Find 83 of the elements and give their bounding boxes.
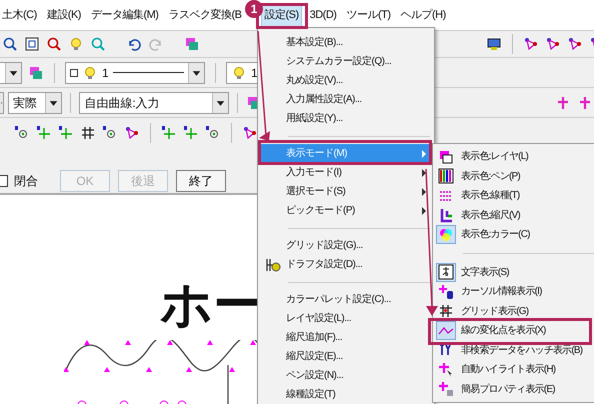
menu-entry[interactable]: ペン設定(N)... <box>260 366 432 385</box>
menu-entry[interactable]: 表示色:カラー(C) <box>433 225 594 244</box>
cursor-info-icon <box>438 284 454 300</box>
bulb-icon[interactable] <box>82 64 98 80</box>
menu-entry[interactable]: レイヤ設定(L)... <box>260 309 432 328</box>
menu-entry[interactable]: カラーパレット設定(C)... <box>260 290 432 309</box>
menu-entry[interactable]: 縮尺追加(F)... <box>260 328 432 347</box>
frame-icon[interactable] <box>24 36 40 52</box>
character-icon <box>438 264 454 280</box>
magnifier-icon[interactable] <box>46 36 62 52</box>
submenu-arrow-icon <box>420 188 428 196</box>
command-combo[interactable]: 自由曲線:入力 <box>79 92 230 114</box>
menu-entry[interactable]: 表示色:縮尺(V) <box>433 206 594 225</box>
submenu-arrow-icon <box>420 150 428 158</box>
pencil-colors-icon <box>438 168 454 184</box>
menu-entry[interactable]: 線種設定(T) <box>260 385 432 404</box>
node-icon[interactable] <box>523 36 539 52</box>
menu-entry[interactable]: システムカラー設定(Q)... <box>260 52 432 71</box>
axes-icon <box>438 207 454 224</box>
bulb-icon[interactable] <box>68 36 84 52</box>
cross-icon[interactable] <box>58 124 74 140</box>
node-icon[interactable] <box>567 36 583 52</box>
menu-entry[interactable]: カーソル情報表示(I) <box>433 282 594 302</box>
menu-entry[interactable]: ピックモード(P) <box>260 201 432 220</box>
menu-entry[interactable]: グリッド設定(G)... <box>260 236 432 255</box>
menu-entry[interactable]: 選択モード(S) <box>260 182 432 201</box>
dropdown-icon <box>212 92 228 112</box>
cross-icon[interactable] <box>161 124 177 140</box>
cross-icon[interactable] <box>36 124 52 140</box>
menu-item[interactable]: ツール(T) <box>344 4 393 26</box>
layer-combo[interactable]: 1 <box>65 62 205 84</box>
bulb-icon[interactable] <box>231 64 247 80</box>
color-circles-icon <box>438 226 454 243</box>
menu-item[interactable]: データ編集(M) <box>88 4 160 26</box>
layers-icon[interactable] <box>28 64 44 80</box>
magnifier-icon[interactable] <box>2 36 18 52</box>
checkbox-label: 閉合 <box>14 173 38 190</box>
menu-entry[interactable]: 用紙設定(Y)... <box>260 109 432 128</box>
menu-item[interactable]: ヘルプ(H) <box>398 4 448 26</box>
menu-entry[interactable]: グリッド表示(G) <box>433 302 594 321</box>
submenu-arrow-icon <box>420 206 428 214</box>
menu-entry[interactable]: 非検索データをハッチ表示(B) <box>433 340 594 360</box>
snap-point-icon[interactable] <box>102 124 118 140</box>
pen-combo[interactable] <box>0 62 22 84</box>
dropdown-icon <box>188 62 204 82</box>
menu-entry[interactable]: 入力属性設定(A)... <box>260 90 432 109</box>
monitor-icon[interactable] <box>486 36 502 52</box>
layers-icon[interactable] <box>184 36 200 52</box>
pen-number: 1 <box>251 64 258 82</box>
menu-item[interactable]: ラスベク変換(B <box>166 4 244 26</box>
dialog-button[interactable]: 終了 <box>176 170 226 192</box>
undo-icon[interactable] <box>126 36 142 52</box>
menu-entry[interactable]: 表示色:ペン(P) <box>433 166 594 186</box>
dropdown-icon <box>5 62 21 82</box>
menu-entry[interactable]: 文字表示(S) <box>433 262 594 282</box>
drafter-icon <box>265 258 281 272</box>
cross-icon[interactable] <box>183 124 199 140</box>
dropdown-icon <box>45 92 62 112</box>
node-icon[interactable] <box>242 124 258 140</box>
snap-point-icon[interactable] <box>14 124 30 140</box>
menu-item[interactable]: 土木(C) <box>0 4 39 26</box>
property-icon <box>438 381 454 398</box>
grid-icon[interactable] <box>80 124 96 140</box>
grid-icon <box>438 303 454 320</box>
node-icon[interactable] <box>545 36 561 52</box>
menu-entry[interactable]: ドラフタ設定(D)... <box>260 255 432 274</box>
menu-entry[interactable]: 簡易プロパティ表示(E) <box>433 380 594 399</box>
menu-entry[interactable]: 表示色:線種(T) <box>433 186 594 206</box>
node-icon[interactable] <box>124 124 140 140</box>
menu-entry[interactable]: 表示色:レイヤ(L) <box>433 147 594 166</box>
menu-item[interactable]: 建設(K) <box>44 4 83 26</box>
highlight-cursor-icon <box>438 362 454 378</box>
menu-entry[interactable]: 入力モード(I) <box>260 163 432 182</box>
snap-point-icon[interactable] <box>205 124 221 140</box>
menu-entry[interactable]: 丸め設定(V)... <box>260 71 432 90</box>
menu-entry[interactable]: 基本設定(B)... <box>260 33 432 52</box>
menu-entry[interactable]: 縮尺設定(E)... <box>260 347 432 366</box>
layer-number: 1 <box>102 64 109 82</box>
menu-entry[interactable]: 自動ハイライト表示(H) <box>433 360 594 380</box>
submenu-arrow-icon <box>420 168 428 176</box>
scale-combo[interactable]: 実際 <box>8 92 62 114</box>
layers-icon <box>438 148 454 165</box>
menu-item[interactable]: 3D(D) <box>308 4 338 26</box>
